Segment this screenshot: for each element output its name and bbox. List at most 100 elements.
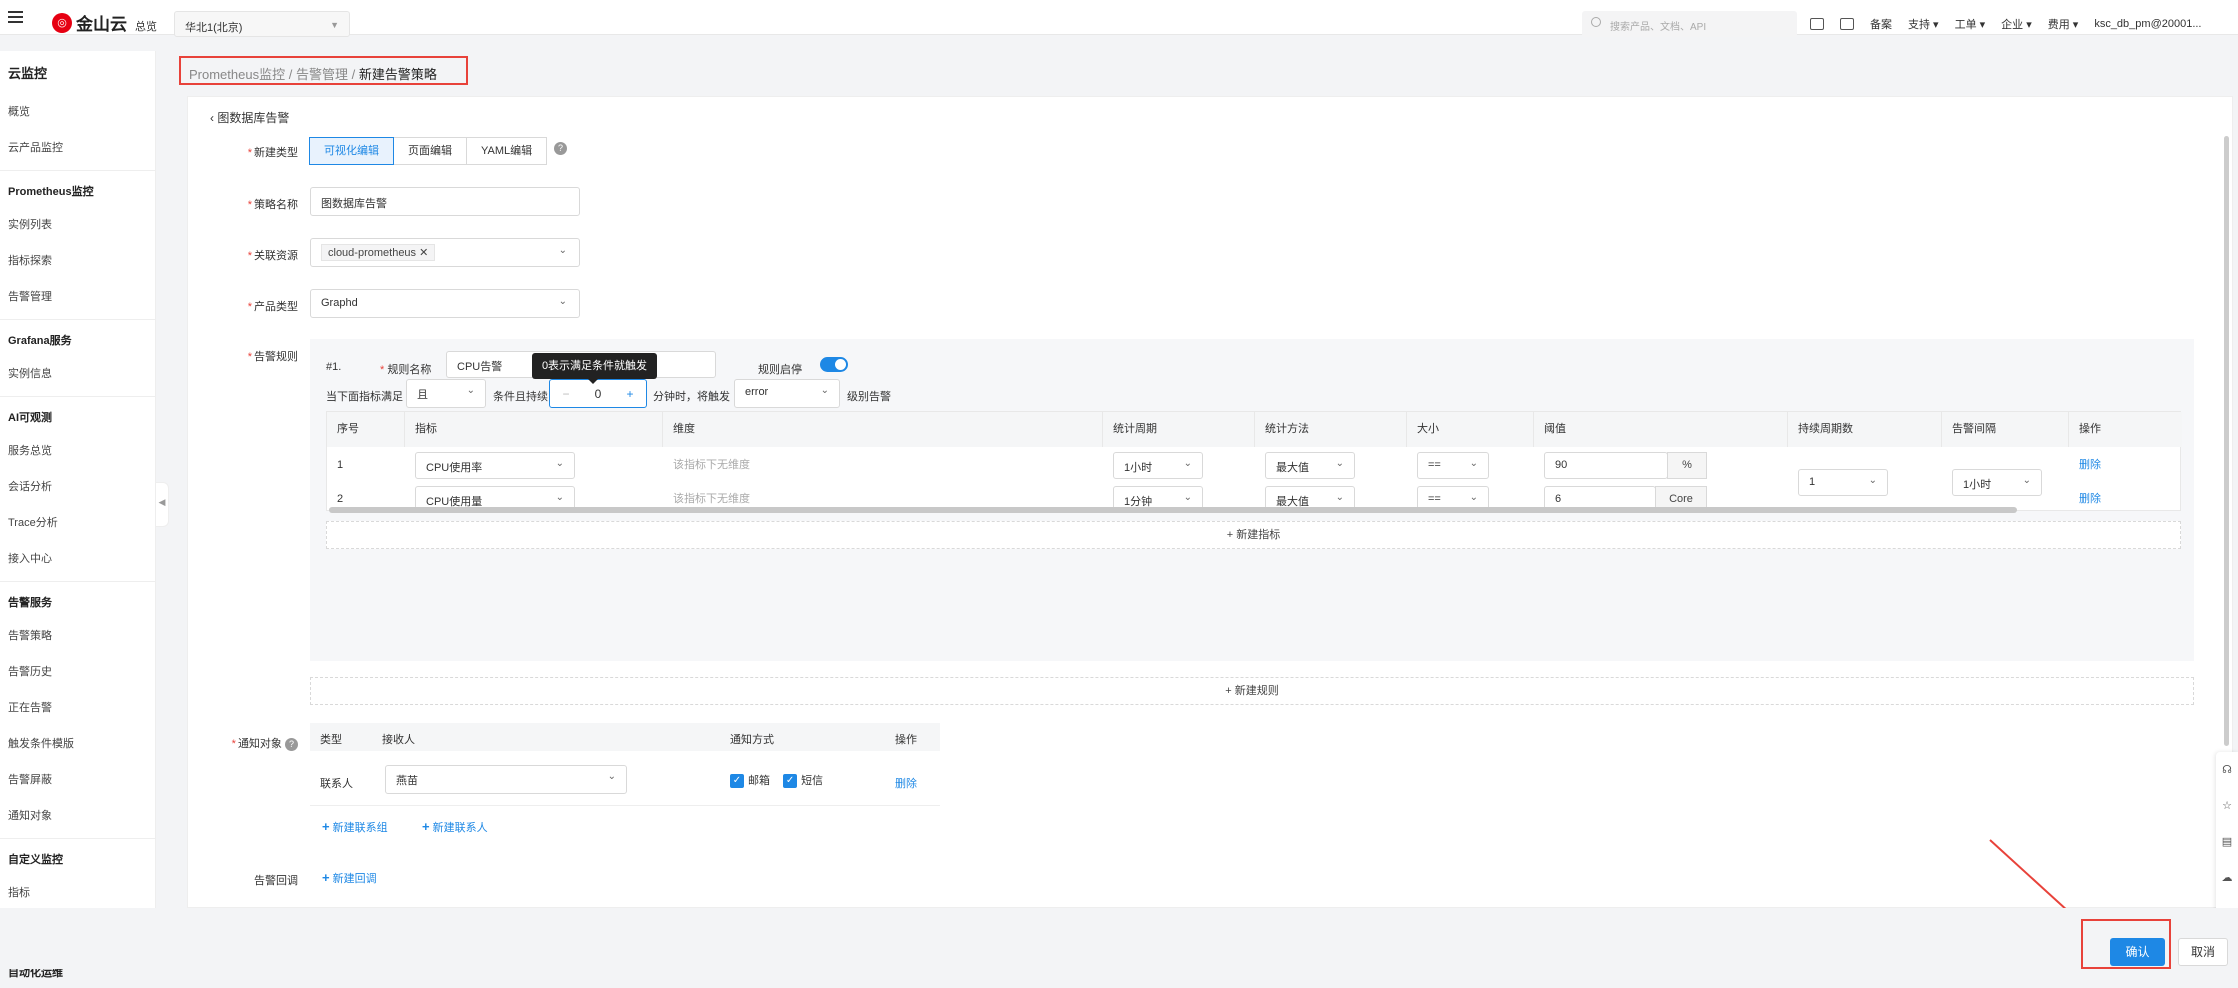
sidebar-collapse-button[interactable]: ◀: [156, 482, 169, 527]
footer-bar: [0, 908, 2238, 969]
search-icon: [1591, 17, 1601, 27]
resource-tag: cloud-prometheus ✕: [321, 244, 436, 261]
nav-enterprise[interactable]: 企业 ▾: [2001, 16, 2032, 32]
minus-icon[interactable]: −: [550, 387, 582, 401]
notify-table: 类型 接收人 通知方式 操作 联系人 燕苗 ⌄ ✓ 邮箱 ✓ 短信 删除 + 新建联系组…: [310, 723, 940, 834]
create-type-yaml[interactable]: YAML编辑: [466, 137, 548, 165]
nav-support[interactable]: 支持 ▾: [1908, 16, 1939, 32]
sidebar: 云监控 概览 云产品监控 Prometheus监控 实例列表 指标探索 告警管理…: [0, 51, 156, 979]
col-dimension: 维度: [663, 412, 1103, 447]
add-metric-button[interactable]: + 新建指标: [326, 521, 2181, 549]
sidebar-item-metric-explore[interactable]: 指标探索: [0, 243, 155, 279]
row1-metric-select[interactable]: CPU使用率 ⌄: [415, 452, 575, 479]
user-account[interactable]: ksc_db_pm@20001...: [2094, 18, 2201, 30]
menu-icon[interactable]: [8, 16, 23, 18]
cancel-button[interactable]: 取消: [2178, 938, 2228, 966]
plus-icon[interactable]: +: [614, 387, 646, 401]
rule-enable-toggle[interactable]: [820, 357, 848, 372]
add-rule-button[interactable]: + 新建规则: [310, 677, 2194, 705]
logo[interactable]: ◎ 金山云: [52, 10, 127, 35]
sidebar-item-service-overview[interactable]: 服务总览: [0, 433, 155, 469]
sidebar-item-metric[interactable]: 指标: [0, 875, 155, 911]
product-type-select[interactable]: Graphd ⌄: [310, 289, 580, 318]
nav-billing[interactable]: 费用 ▾: [2048, 16, 2079, 32]
label-text: 告警回调: [254, 875, 298, 887]
rule-enable-label: 规则启停: [758, 364, 802, 376]
col-op: 大小: [1407, 412, 1534, 447]
headset-icon[interactable]: ☊: [2216, 752, 2238, 788]
confirm-button[interactable]: 确认: [2110, 938, 2165, 966]
row1-method-value: 最大值: [1276, 462, 1309, 474]
sms-checkbox[interactable]: ✓ 短信: [783, 774, 823, 789]
region-select[interactable]: 华北1(北京) ▼: [174, 11, 350, 37]
notify-col-method: 通知方式: [730, 734, 774, 746]
cond-logic-select[interactable]: 且 ⌄: [406, 379, 486, 408]
create-type-page[interactable]: 页面编辑: [393, 137, 467, 165]
label-callback: 告警回调: [188, 872, 298, 888]
label-alert-rules: * 告警规则: [247, 351, 298, 363]
sidebar-item-alert-mute[interactable]: 告警屏蔽: [0, 762, 155, 798]
rule-name-label-text: 规则名称: [387, 364, 432, 376]
add-contact-link[interactable]: + 新建联系人: [422, 819, 488, 835]
top-nav-items: 备案 支持 ▾ 工单 ▾ 企业 ▾ 费用 ▾ ksc_db_pm@20001..…: [1810, 16, 2202, 32]
policy-name-input[interactable]: 图数据库告警: [310, 187, 580, 216]
nav-beian[interactable]: 备案: [1870, 16, 1892, 32]
row1-period-select[interactable]: 1小时 ⌄: [1113, 452, 1203, 479]
row2-delete-link[interactable]: 删除: [2069, 482, 2101, 516]
search-input[interactable]: 搜索产品、文档、API: [1582, 11, 1797, 37]
help-icon[interactable]: ?: [554, 142, 567, 155]
breadcrumb-prometheus[interactable]: Prometheus监控: [189, 67, 285, 82]
sidebar-item-trigger-template[interactable]: 触发条件模版: [0, 726, 155, 762]
cond-logic-value: 且: [417, 389, 428, 401]
row1-threshold-input[interactable]: 90: [1544, 452, 1668, 479]
nav-overview[interactable]: 总览: [135, 18, 157, 34]
add-callback-link[interactable]: + 新建回调: [322, 870, 377, 886]
sidebar-item-alert-policy[interactable]: 告警策略: [0, 618, 155, 654]
document-icon[interactable]: ▤: [2216, 824, 2238, 860]
sidebar-item-alerting[interactable]: 正在告警: [0, 690, 155, 726]
nav-ticket[interactable]: 工单 ▾: [1955, 16, 1986, 32]
chevron-down-icon: ⌄: [820, 385, 829, 396]
notify-delete-link[interactable]: 删除: [895, 775, 917, 791]
chevron-down-icon: ⌄: [1469, 492, 1478, 503]
back-link[interactable]: ‹ 图数据库告警: [210, 109, 289, 126]
star-icon[interactable]: ☆: [2216, 788, 2238, 824]
row1-delete-link[interactable]: 删除: [2069, 448, 2101, 482]
email-checkbox[interactable]: ✓ 邮箱: [730, 774, 770, 789]
alert-level-select[interactable]: error ⌄: [734, 379, 840, 408]
logo-mark-icon: ◎: [52, 12, 72, 33]
row1-unit: %: [1667, 452, 1707, 479]
sidebar-item-alert-manage[interactable]: 告警管理: [0, 279, 155, 315]
sidebar-item-instance-info[interactable]: 实例信息: [0, 356, 155, 392]
label-text: 告警规则: [254, 351, 298, 363]
help-icon[interactable]: ?: [285, 738, 298, 751]
row1-method-select[interactable]: 最大值 ⌄: [1265, 452, 1355, 479]
interval-select[interactable]: 1小时 ⌄: [1952, 469, 2042, 496]
sidebar-item-cloud-monitor[interactable]: 云产品监控: [0, 130, 155, 166]
sidebar-item-overview[interactable]: 概览: [0, 94, 155, 130]
sidebar-item-alert-history[interactable]: 告警历史: [0, 654, 155, 690]
row1-op-select[interactable]: == ⌄: [1417, 452, 1489, 479]
message-icon[interactable]: [1810, 18, 1824, 30]
cloud-icon[interactable]: ☁: [2216, 860, 2238, 896]
sidebar-item-access-center[interactable]: 接入中心: [0, 541, 155, 577]
page-vertical-scrollbar[interactable]: [2224, 136, 2229, 746]
sidebar-item-notify-target[interactable]: 通知对象: [0, 798, 155, 834]
add-contact-group-link[interactable]: + 新建联系组: [322, 819, 388, 835]
sidebar-item-instances[interactable]: 实例列表: [0, 207, 155, 243]
table-horizontal-scrollbar[interactable]: [329, 507, 2017, 513]
interval-value: 1小时: [1963, 479, 1992, 491]
receiver-select[interactable]: 燕苗 ⌄: [385, 765, 627, 794]
close-icon[interactable]: ✕: [419, 247, 428, 259]
sidebar-item-trace-analysis[interactable]: Trace分析: [0, 505, 155, 541]
create-type-visual[interactable]: 可视化编辑: [309, 137, 394, 165]
mail-icon[interactable]: [1840, 18, 1854, 30]
duration-value[interactable]: 0: [582, 387, 614, 401]
resource-select[interactable]: cloud-prometheus ✕ ⌄: [310, 238, 580, 267]
notify-col-type: 类型: [320, 734, 342, 746]
duration-stepper[interactable]: − 0 +: [549, 379, 647, 408]
breadcrumb-alert-manage[interactable]: 告警管理: [296, 67, 348, 82]
continuous-select[interactable]: 1 ⌄: [1798, 469, 1888, 496]
sidebar-item-session-analysis[interactable]: 会话分析: [0, 469, 155, 505]
breadcrumb-sep: /: [351, 67, 356, 82]
